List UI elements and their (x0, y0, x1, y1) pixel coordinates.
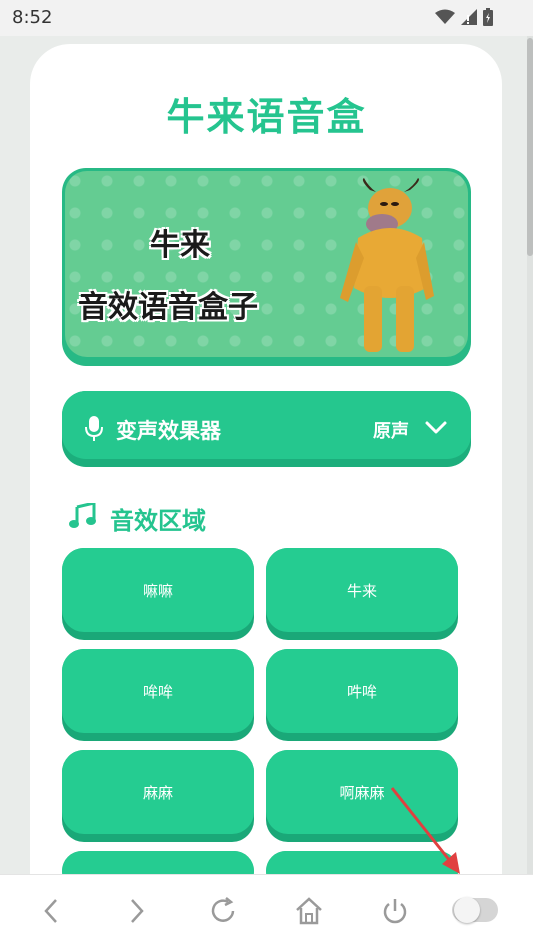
sound-button-label: 牛来 (346, 581, 377, 600)
scrollbar-thumb[interactable] (527, 38, 533, 256)
sound-button-label: 嘛嘛 (142, 581, 173, 600)
section-title: 音效区域 (110, 507, 206, 535)
bull-mascot-image (340, 178, 434, 352)
home-icon[interactable] (294, 896, 324, 926)
sound-button-face[interactable]: 牛来 (266, 548, 458, 632)
toggle-knob[interactable] (454, 897, 480, 923)
sound-button-label: 哞哞 (142, 682, 173, 701)
sound-button-face[interactable]: 吽哞 (266, 649, 458, 733)
banner-subtitle: 音效语音盒子 (78, 290, 258, 325)
music-note-icon (69, 503, 96, 528)
sound-button[interactable]: 牛来 (266, 548, 458, 640)
power-icon[interactable] (380, 896, 410, 926)
banner-title: 牛来 (150, 228, 210, 263)
sound-button-label: 麻麻 (142, 783, 173, 802)
signal-icon (461, 9, 477, 25)
sound-button[interactable]: 麻麻 (62, 750, 254, 842)
sound-button[interactable]: 嘛嘛 (62, 548, 254, 640)
microphone-icon (85, 416, 103, 441)
app-title: 牛来语音盒 (166, 95, 367, 139)
annotation-arrow-icon (390, 787, 460, 874)
sound-button[interactable]: 哞哞 (62, 649, 254, 741)
forward-icon[interactable] (122, 896, 152, 926)
sound-button-label: 吽哞 (346, 682, 377, 701)
back-icon[interactable] (36, 896, 66, 926)
sound-button[interactable]: 吽哞 (266, 649, 458, 741)
chevron-down-icon[interactable] (424, 418, 448, 438)
refresh-icon[interactable] (208, 896, 238, 926)
sound-button-face[interactable]: 麻麻 (62, 750, 254, 834)
status-time: 8:52 (12, 7, 53, 28)
sound-button-face[interactable]: 哞哞 (62, 649, 254, 733)
sound-button-label: 啊麻麻 (339, 783, 385, 802)
status-icons (435, 8, 493, 26)
wifi-icon (435, 9, 455, 24)
voice-changer-value[interactable]: 原声 (373, 417, 409, 443)
battery-icon (483, 8, 493, 26)
sound-button-face[interactable]: 嘛嘛 (62, 548, 254, 632)
voice-changer-label: 变声效果器 (116, 419, 221, 443)
